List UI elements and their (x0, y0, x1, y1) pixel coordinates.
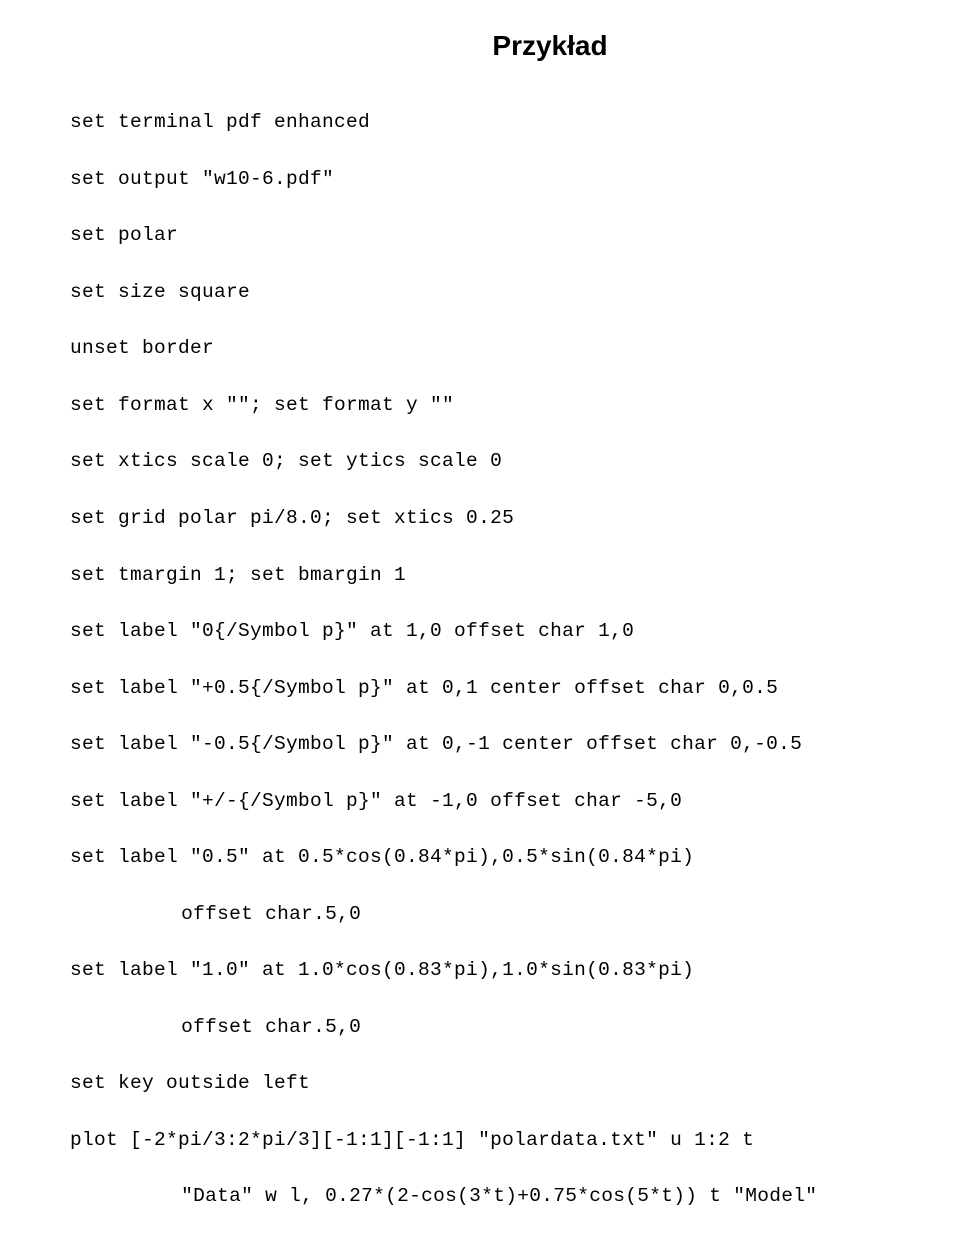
code-line: set label "1.0" at 1.0*cos(0.83*pi),1.0*… (70, 956, 910, 984)
code-line: set label "+0.5{/Symbol p}" at 0,1 cente… (70, 674, 910, 702)
code-line: set format x ""; set format y "" (70, 391, 910, 419)
code-line: set label "0{/Symbol p}" at 1,0 offset c… (70, 617, 910, 645)
code-line: unset border (70, 334, 910, 362)
code-line: set polar (70, 221, 910, 249)
code-line: set grid polar pi/8.0; set xtics 0.25 (70, 504, 910, 532)
code-line: set size square (70, 278, 910, 306)
code-line: set xtics scale 0; set ytics scale 0 (70, 447, 910, 475)
page-title: Przykład (190, 30, 910, 62)
code-line: set terminal pdf enhanced (70, 108, 910, 136)
code-block: set terminal pdf enhanced set output "w1… (70, 80, 910, 1239)
code-line-indent: "Data" w l, 0.27*(2-cos(3*t)+0.75*cos(5*… (70, 1182, 910, 1210)
code-line-indent: offset char.5,0 (70, 1013, 910, 1041)
code-line: set label "-0.5{/Symbol p}" at 0,-1 cent… (70, 730, 910, 758)
code-line: set tmargin 1; set bmargin 1 (70, 561, 910, 589)
code-line-indent: offset char.5,0 (70, 900, 910, 928)
code-line: set output "w10-6.pdf" (70, 165, 910, 193)
code-line: set label "0.5" at 0.5*cos(0.84*pi),0.5*… (70, 843, 910, 871)
code-line: set key outside left (70, 1069, 910, 1097)
code-line: plot [-2*pi/3:2*pi/3][-1:1][-1:1] "polar… (70, 1126, 910, 1154)
code-line: set label "+/-{/Symbol p}" at -1,0 offse… (70, 787, 910, 815)
